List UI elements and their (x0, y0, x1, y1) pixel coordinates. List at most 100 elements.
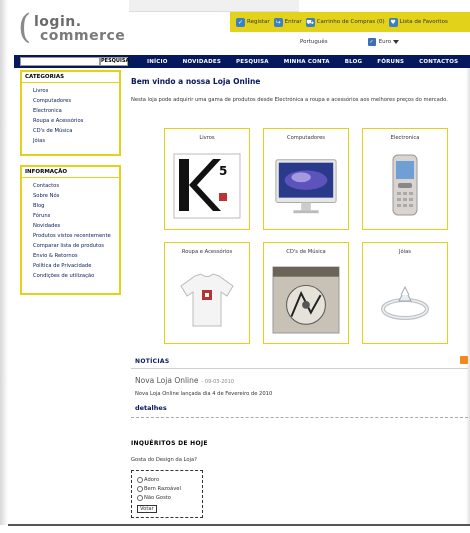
sidebar-item-news[interactable]: Novidades (33, 221, 116, 231)
welcome-text: Nesta loja pode adquirir uma gama de pro… (131, 97, 448, 103)
language-select[interactable]: Português (300, 39, 328, 45)
sidebar-item-music-cds[interactable]: CD's de Música (33, 126, 116, 136)
tshirt-icon (173, 263, 241, 337)
nav-item-search[interactable]: PESQUISA (236, 59, 269, 65)
language-currency-row: Português ✓ Euro (300, 35, 470, 49)
poll-option-label: Não Gosto (144, 494, 171, 501)
chevron-down-icon[interactable] (393, 39, 400, 45)
search-button[interactable]: PESQUISA (100, 57, 129, 66)
nav-items: INÍCIO NOVIDADES PESQUISA MINHA CONTA BL… (147, 55, 458, 68)
logo[interactable]: ( login. commerce (18, 10, 128, 44)
search-input[interactable] (20, 57, 100, 66)
news-divider (131, 368, 468, 369)
book-cover-sup: 5 (219, 164, 227, 178)
category-card-clothing[interactable]: Roupa e Acessórios (164, 242, 250, 344)
poll-form: Adoro Bem Razoável Não Gosto Votar (131, 470, 203, 518)
category-card-computers[interactable]: Computadores (263, 128, 349, 230)
top-tab-decoration (129, 0, 299, 12)
sidebar-item-forums[interactable]: Fóruns (33, 211, 116, 221)
poll-question: Gosta do Design da Loja? (131, 457, 197, 463)
news-date: - 09-03-2010 (201, 379, 234, 385)
categories-box: CATEGORIAS Livros Computadores Electroni… (20, 70, 121, 156)
poll-radio[interactable] (137, 485, 143, 492)
information-title: INFORMAÇÃO (22, 167, 119, 178)
nav-item-account[interactable]: MINHA CONTA (284, 59, 330, 65)
book-icon: 5 (173, 149, 241, 223)
news-details-link[interactable]: detalhes (135, 404, 167, 412)
categories-title: CATEGORIAS (22, 72, 119, 83)
news-headline[interactable]: Nova Loja Online (135, 376, 199, 385)
main-nav: PESQUISA INÍCIO NOVIDADES PESQUISA MINHA… (14, 55, 470, 68)
phone-icon (371, 149, 439, 223)
currency-select[interactable]: Euro (379, 39, 391, 45)
favorites-icon: ♥ (388, 17, 398, 27)
login-link-label: Entrar (284, 19, 302, 25)
nav-item-forums[interactable]: FÓRUNS (377, 59, 404, 65)
vote-button[interactable]: Votar (137, 505, 157, 513)
news-body: Nova Loja Online lançada dia 4 de Fevere… (135, 391, 273, 397)
news-item-title[interactable]: Nova Loja Online - 09-03-2010 (135, 376, 234, 385)
rss-icon[interactable] (460, 356, 468, 364)
sidebar-item-compare[interactable]: Comparar lista de produtos (33, 241, 116, 251)
sidebar-item-contacts[interactable]: Contactos (33, 181, 116, 191)
category-card-jewelry[interactable]: Jóias (362, 242, 448, 344)
frame-shadow-left (0, 0, 8, 525)
register-link[interactable]: ✓ Registar (236, 17, 270, 27)
ring-icon (371, 263, 439, 337)
sidebar-item-jewelry[interactable]: Jóias (33, 136, 116, 146)
favorites-link[interactable]: ♥ Lista de Favoritos (388, 17, 448, 27)
poll-radio[interactable] (137, 476, 143, 483)
poll-option-label: Adoro (144, 476, 160, 483)
category-card-electronics[interactable]: Electronica (362, 128, 448, 230)
poll-title: INQUÉRITOS DE HOJE (131, 440, 208, 447)
category-caption: Livros (199, 135, 215, 141)
top-links-bar: ✓ Registar ↪ Entrar ⛟ Carrinho de Compra… (230, 12, 470, 32)
sidebar-item-shipping[interactable]: Envio & Retornos (33, 251, 116, 261)
logo-swoosh-icon: ( (18, 7, 32, 47)
poll-option[interactable]: Adoro (137, 475, 197, 484)
cart-link[interactable]: ⛟ Carrinho de Compras (0) (305, 17, 385, 27)
sidebar-item-privacy[interactable]: Política de Privacidade (33, 261, 116, 271)
information-box: INFORMAÇÃO Contactos Sobre Nós Blog Fóru… (20, 165, 121, 295)
sidebar-item-about[interactable]: Sobre Nós (33, 191, 116, 201)
category-caption: CD's de Música (286, 249, 326, 255)
news-title: NOTÍCIAS (135, 358, 170, 365)
sidebar-item-electronics[interactable]: Electronica (33, 106, 116, 116)
cart-link-label: Carrinho de Compras (0) (316, 19, 385, 25)
information-list: Contactos Sobre Nós Blog Fóruns Novidade… (22, 178, 119, 283)
poll-option-label: Bem Razoável (144, 485, 181, 492)
frame-shadow-right (466, 0, 470, 525)
register-icon: ✓ (236, 17, 245, 27)
category-caption: Roupa e Acessórios (181, 249, 233, 255)
nav-item-blog[interactable]: BLOG (345, 59, 363, 65)
cart-icon: ⛟ (305, 17, 315, 27)
sidebar-item-terms[interactable]: Condições de utilização (33, 271, 116, 281)
nav-item-contacts[interactable]: CONTACTOS (419, 59, 458, 65)
favorites-link-label: Lista de Favoritos (399, 19, 448, 25)
register-link-label: Registar (247, 19, 270, 25)
poll-radio[interactable] (137, 494, 143, 501)
currency-check-icon: ✓ (367, 38, 376, 46)
category-caption: Computadores (286, 135, 326, 141)
category-caption: Jóias (398, 249, 412, 255)
page-title: Bem vindo a nossa Loja Online (131, 77, 261, 86)
sidebar-item-books[interactable]: Livros (33, 86, 116, 96)
sidebar-item-blog[interactable]: Blog (33, 201, 116, 211)
poll-option[interactable]: Não Gosto (137, 493, 197, 502)
sidebar-item-recently-viewed[interactable]: Produtos vistos recentemente (33, 231, 116, 241)
categories-list: Livros Computadores Electronica Roupa e … (22, 83, 119, 148)
poll-option[interactable]: Bem Razoável (137, 484, 197, 493)
sidebar-item-computers[interactable]: Computadores (33, 96, 116, 106)
bottom-border (8, 524, 470, 526)
news-dash-divider (131, 417, 468, 418)
sidebar-item-clothing[interactable]: Roupa e Acessórios (33, 116, 116, 126)
cd-icon (272, 263, 340, 337)
nav-item-news[interactable]: NOVIDADES (183, 59, 221, 65)
category-card-books[interactable]: Livros 5 (164, 128, 250, 230)
category-caption: Electronica (390, 135, 420, 141)
logo-text-line2: commerce (40, 28, 126, 44)
category-card-music-cds[interactable]: CD's de Música (263, 242, 349, 344)
login-link[interactable]: ↪ Entrar (273, 17, 302, 27)
computer-icon (272, 149, 340, 223)
nav-item-home[interactable]: INÍCIO (147, 59, 168, 65)
